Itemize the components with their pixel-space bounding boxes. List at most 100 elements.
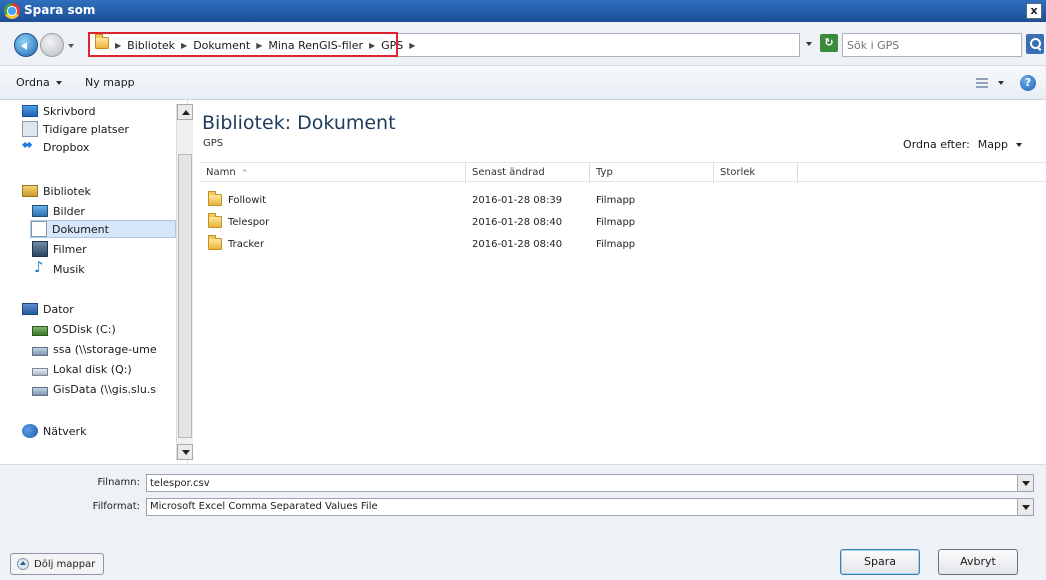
filename-dropdown-icon[interactable]: [1017, 475, 1033, 491]
arrange-by[interactable]: Ordna efter: Mapp: [903, 138, 1022, 151]
nav-item-music[interactable]: Musik: [32, 258, 85, 278]
column-label: Namn: [206, 167, 236, 178]
nav-item-documents[interactable]: Dokument: [30, 220, 176, 238]
drive-icon: [32, 326, 48, 336]
nav-label: Dropbox: [43, 140, 90, 154]
hide-folders-button[interactable]: Dölj mappar: [10, 553, 105, 575]
arrange-value: Mapp: [977, 138, 1008, 151]
scroll-up-icon[interactable]: [177, 104, 193, 120]
music-icon: [32, 258, 48, 277]
breadcrumb-item-dokument[interactable]: Dokument: [193, 39, 250, 52]
network-drive-icon: [32, 386, 48, 396]
scroll-down-icon[interactable]: [177, 444, 193, 460]
format-select[interactable]: Microsoft Excel Comma Separated Values F…: [146, 498, 1034, 516]
save-button[interactable]: Spara: [840, 549, 920, 575]
nav-item-computer[interactable]: Dator: [22, 300, 74, 318]
scrollbar-thumb[interactable]: [178, 154, 192, 438]
dropbox-icon: [22, 139, 38, 155]
format-label: Filformat:: [92, 501, 140, 512]
save-options-panel: Filnamn: Filformat: Microsoft Excel Comm…: [0, 464, 1046, 580]
refresh-button[interactable]: ↻: [820, 34, 838, 52]
chevron-down-icon: [55, 81, 62, 85]
file-list-pane: Bibliotek: Dokument GPS Ordna efter: Mapp…: [194, 100, 1046, 464]
breadcrumb-separator-icon[interactable]: ▶: [181, 41, 187, 52]
nav-item-desktop[interactable]: Skrivbord: [22, 102, 95, 120]
column-header-modified[interactable]: Senast ändrad: [466, 163, 590, 183]
nav-item-videos[interactable]: Filmer: [32, 240, 87, 258]
computer-icon: [22, 303, 38, 315]
file-row[interactable]: Followit 2016-01-28 08:39 Filmapp: [200, 190, 1046, 212]
desktop-icon: [22, 105, 38, 117]
new-folder-button[interactable]: Ny mapp: [85, 76, 135, 89]
search-input[interactable]: [847, 35, 987, 55]
recent-places-icon: [22, 121, 38, 137]
nav-item-pictures[interactable]: Bilder: [32, 202, 85, 220]
nav-label: Dator: [43, 302, 74, 316]
nav-item-osdisk[interactable]: OSDisk (C:): [32, 320, 116, 338]
hide-folders-label: Dölj mappar: [34, 558, 96, 570]
nav-label: OSDisk (C:): [53, 322, 116, 336]
collapse-up-icon: [17, 558, 29, 570]
folder-icon: [208, 213, 222, 228]
view-dropdown[interactable]: [998, 81, 1004, 85]
breadcrumb-item-bibliotek[interactable]: Bibliotek: [127, 39, 175, 52]
format-value: Microsoft Excel Comma Separated Values F…: [150, 501, 378, 512]
breadcrumb-item-mina-rengis-filer[interactable]: Mina RenGIS-filer: [268, 39, 363, 52]
library-subtitle: GPS: [203, 138, 224, 149]
column-headers: Namn ^ Senast ändrad Typ Storlek: [200, 162, 1046, 183]
recent-locations-dropdown[interactable]: [68, 44, 74, 48]
forward-button[interactable]: [40, 33, 64, 57]
file-modified: 2016-01-28 08:39: [472, 195, 563, 206]
back-button[interactable]: [14, 33, 38, 57]
library-title: Bibliotek: Dokument: [202, 112, 396, 134]
window-title: Spara som: [24, 3, 96, 17]
column-header-size[interactable]: Storlek: [714, 163, 798, 183]
address-bar[interactable]: ▶ Bibliotek ▶ Dokument ▶ Mina RenGIS-fil…: [88, 33, 800, 57]
file-name: Telespor: [228, 217, 270, 228]
view-options-icon[interactable]: [976, 78, 988, 88]
address-history-dropdown[interactable]: [806, 42, 812, 46]
app-icon: [4, 3, 20, 19]
file-name-cell: Followit: [200, 190, 466, 212]
nav-item-local-disk[interactable]: Lokal disk (Q:): [32, 360, 132, 378]
local-disk-icon: [32, 367, 48, 376]
videos-icon: [32, 241, 48, 257]
filename-input[interactable]: [147, 475, 1007, 491]
nav-label: GisData (\\gis.slu.s: [53, 382, 157, 396]
nav-item-ssa[interactable]: ssa (\\storage-ume: [32, 340, 157, 358]
breadcrumb-separator-icon[interactable]: ▶: [115, 41, 121, 52]
file-name: Followit: [228, 195, 267, 206]
nav-item-dropbox[interactable]: Dropbox: [22, 138, 89, 156]
toolbar: Ordna Ny mapp ?: [0, 66, 1046, 100]
nav-item-libraries[interactable]: Bibliotek: [22, 182, 91, 200]
file-row[interactable]: Tracker 2016-01-28 08:40 Filmapp: [200, 234, 1046, 256]
file-row[interactable]: Telespor 2016-01-28 08:40 Filmapp: [200, 212, 1046, 234]
nav-item-network[interactable]: Nätverk: [22, 422, 86, 440]
format-dropdown-icon[interactable]: [1017, 499, 1033, 515]
file-type: Filmapp: [596, 217, 636, 228]
title-bar: Spara som x: [0, 0, 1046, 22]
close-button[interactable]: x: [1026, 3, 1042, 19]
breadcrumb-separator-icon[interactable]: ▶: [369, 41, 375, 52]
nav-item-recent-places[interactable]: Tidigare platser: [22, 120, 129, 138]
folder-icon: [208, 235, 222, 250]
navigation-scrollbar[interactable]: [176, 104, 193, 460]
breadcrumb-separator-icon[interactable]: ▶: [256, 41, 262, 52]
nav-item-gisdata[interactable]: GisData (\\gis.slu.s: [32, 380, 156, 398]
search-box[interactable]: [842, 33, 1022, 57]
help-icon[interactable]: ?: [1020, 75, 1036, 91]
nav-label: Musik: [53, 262, 85, 276]
cancel-button[interactable]: Avbryt: [938, 549, 1018, 575]
nav-label: Tidigare platser: [43, 122, 129, 136]
breadcrumb-item-gps[interactable]: GPS: [381, 39, 403, 52]
file-type: Filmapp: [596, 239, 636, 250]
column-header-type[interactable]: Typ: [590, 163, 714, 183]
filename-field[interactable]: [146, 474, 1034, 492]
breadcrumb: ▶ Bibliotek ▶ Dokument ▶ Mina RenGIS-fil…: [115, 39, 415, 52]
organize-button[interactable]: Ordna: [16, 76, 62, 89]
file-name-cell: Telespor: [200, 212, 466, 234]
column-header-name[interactable]: Namn ^: [200, 163, 466, 183]
network-drive-icon: [32, 346, 48, 356]
breadcrumb-separator-icon[interactable]: ▶: [409, 41, 415, 52]
search-icon[interactable]: [1026, 34, 1044, 54]
